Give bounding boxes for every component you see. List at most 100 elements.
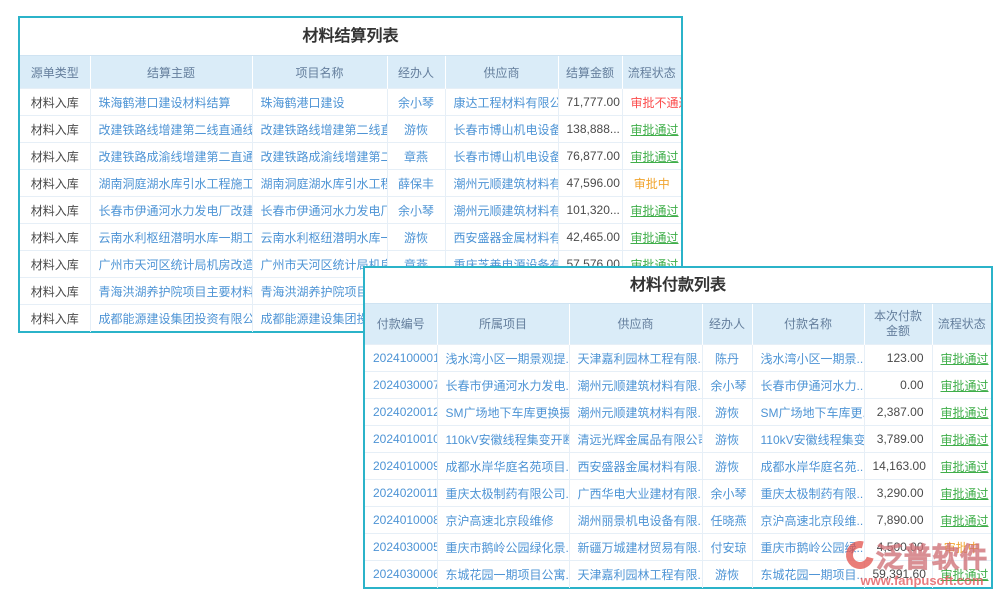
subject-link[interactable]: 改建铁路成渝线增建第二直通线（... (90, 143, 252, 170)
table-row: 2024010010 110kV安徽线程集变开断... 清远光辉金属品有限公司 … (365, 426, 991, 453)
table-row: 材料入库 长春市伊通河水力发电厂改建工程... 长春市伊通河水力发电厂... 余… (20, 197, 681, 224)
subject-link[interactable]: 改建铁路线增建第二线直通线（成... (90, 116, 252, 143)
watermark-brand: 泛普软件 (876, 536, 988, 575)
supplier-link[interactable]: 清远光辉金属品有限公司 (569, 426, 702, 453)
handler-link[interactable]: 任晓燕 (702, 507, 752, 534)
handler-link[interactable]: 付安琼 (702, 534, 752, 561)
project-link[interactable]: SM广场地下车库更换摄... (437, 399, 569, 426)
project-link[interactable]: 改建铁路成渝线增建第二... (252, 143, 387, 170)
payment-name-link[interactable]: 浅水湾小区一期景... (752, 345, 864, 372)
fanpu-watermark: 泛普软件 www.fanpusoft.com (846, 538, 998, 588)
source-type-cell: 材料入库 (20, 170, 90, 197)
handler-link[interactable]: 游恢 (387, 116, 445, 143)
status-badge[interactable]: 审批通过 (941, 514, 989, 528)
project-link[interactable]: 云南水利枢纽潜明水库一... (252, 224, 387, 251)
supplier-link[interactable]: 潮州元顺建筑材料有限... (569, 372, 702, 399)
payment-no-link[interactable]: 2024020012 (365, 399, 437, 426)
status-badge[interactable]: 审批通过 (941, 460, 989, 474)
payment-name-link[interactable]: 成都水岸华庭名苑... (752, 453, 864, 480)
col-supplier: 供应商 (445, 56, 558, 89)
supplier-link[interactable]: 天津嘉利园林工程有限... (569, 345, 702, 372)
project-link[interactable]: 重庆太极制药有限公司... (437, 480, 569, 507)
subject-link[interactable]: 广州市天河区统计局机房改造项目... (90, 251, 252, 278)
payment-no-link[interactable]: 2024100001 (365, 345, 437, 372)
payment-no-link[interactable]: 2024010008 (365, 507, 437, 534)
handler-link[interactable]: 游恢 (387, 224, 445, 251)
payment-no-link[interactable]: 2024030005 (365, 534, 437, 561)
supplier-link[interactable]: 湖州丽景机电设备有限... (569, 507, 702, 534)
status-badge[interactable]: 审批通过 (941, 379, 989, 393)
table-row: 2024100001 浅水湾小区一期景观提... 天津嘉利园林工程有限... 陈… (365, 345, 991, 372)
table-row: 2024020011 重庆太极制药有限公司... 广西华电大业建材有限... 余… (365, 480, 991, 507)
source-type-cell: 材料入库 (20, 116, 90, 143)
payment-name-link[interactable]: 重庆太极制药有限... (752, 480, 864, 507)
handler-link[interactable]: 余小琴 (702, 372, 752, 399)
handler-link[interactable]: 余小琴 (387, 89, 445, 116)
amount-cell: 101,320... (558, 197, 622, 224)
project-link[interactable]: 长春市伊通河水力发电... (437, 372, 569, 399)
payment-no-link[interactable]: 2024020011 (365, 480, 437, 507)
status-badge[interactable]: 审批通过 (941, 487, 989, 501)
payment-no-link[interactable]: 2024010009 (365, 453, 437, 480)
payment-name-link[interactable]: 110kV安徽线程集变... (752, 426, 864, 453)
subject-link[interactable]: 长春市伊通河水力发电厂改建工程... (90, 197, 252, 224)
status-badge[interactable]: 审批中 (634, 177, 670, 191)
status-badge[interactable]: 审批通过 (941, 406, 989, 420)
supplier-link[interactable]: 新疆万城建材贸易有限... (569, 534, 702, 561)
table-row: 材料入库 珠海鹤港口建设材料结算 珠海鹤港口建设 余小琴 康达工程材料有限公司 … (20, 89, 681, 116)
supplier-link[interactable]: 天津嘉利园林工程有限... (569, 561, 702, 588)
handler-link[interactable]: 陈丹 (702, 345, 752, 372)
payment-name-link[interactable]: 京沪高速北京段维... (752, 507, 864, 534)
status-badge[interactable]: 审批通过 (631, 150, 679, 164)
project-link[interactable]: 珠海鹤港口建设 (252, 89, 387, 116)
subject-link[interactable]: 青海洪湖养护院项目主要材料结算 (90, 278, 252, 305)
project-link[interactable]: 改建铁路线增建第二线直... (252, 116, 387, 143)
handler-link[interactable]: 游恢 (702, 561, 752, 588)
source-type-cell: 材料入库 (20, 251, 90, 278)
status-badge[interactable]: 审批通过 (631, 204, 679, 218)
subject-link[interactable]: 珠海鹤港口建设材料结算 (90, 89, 252, 116)
supplier-link[interactable]: 长春市博山机电设备... (445, 143, 558, 170)
subject-link[interactable]: 云南水利枢纽潜明水库一期工程施... (90, 224, 252, 251)
payment-no-link[interactable]: 2024030007 (365, 372, 437, 399)
supplier-link[interactable]: 潮州元顺建筑材料有... (445, 197, 558, 224)
status-badge[interactable]: 审批不通过 (631, 96, 682, 110)
project-link[interactable]: 京沪高速北京段维修 (437, 507, 569, 534)
project-link[interactable]: 湖南洞庭湖水库引水工程... (252, 170, 387, 197)
status-badge[interactable]: 审批通过 (941, 433, 989, 447)
payment-header-row: 付款编号 所属项目 供应商 经办人 付款名称 本次付款金额 流程状态 (365, 304, 991, 345)
handler-link[interactable]: 余小琴 (702, 480, 752, 507)
payment-name-link[interactable]: 长春市伊通河水力... (752, 372, 864, 399)
supplier-link[interactable]: 康达工程材料有限公司 (445, 89, 558, 116)
status-badge[interactable]: 审批通过 (941, 352, 989, 366)
col-payment-name: 付款名称 (752, 304, 864, 345)
handler-link[interactable]: 余小琴 (387, 197, 445, 224)
handler-link[interactable]: 薛保丰 (387, 170, 445, 197)
col-payment-no: 付款编号 (365, 304, 437, 345)
handler-link[interactable]: 游恢 (702, 399, 752, 426)
handler-link[interactable]: 章燕 (387, 143, 445, 170)
project-link[interactable]: 东城花园一期项目公寓... (437, 561, 569, 588)
supplier-link[interactable]: 长春市博山机电设备... (445, 116, 558, 143)
subject-link[interactable]: 成都能源建设集团投资有限公司临... (90, 305, 252, 332)
project-link[interactable]: 重庆市鹅岭公园绿化景... (437, 534, 569, 561)
status-badge[interactable]: 审批通过 (631, 231, 679, 245)
subject-link[interactable]: 湖南洞庭湖水库引水工程施工标材... (90, 170, 252, 197)
supplier-link[interactable]: 西安盛器金属材料有... (445, 224, 558, 251)
source-type-cell: 材料入库 (20, 143, 90, 170)
supplier-link[interactable]: 西安盛器金属材料有限... (569, 453, 702, 480)
supplier-link[interactable]: 潮州元顺建筑材料有限... (569, 399, 702, 426)
handler-link[interactable]: 游恢 (702, 426, 752, 453)
payment-name-link[interactable]: SM广场地下车库更... (752, 399, 864, 426)
status-badge[interactable]: 审批通过 (631, 123, 679, 137)
project-link[interactable]: 110kV安徽线程集变开断... (437, 426, 569, 453)
supplier-link[interactable]: 潮州元顺建筑材料有... (445, 170, 558, 197)
project-link[interactable]: 浅水湾小区一期景观提... (437, 345, 569, 372)
project-link[interactable]: 成都水岸华庭名苑项目... (437, 453, 569, 480)
handler-link[interactable]: 游恢 (702, 453, 752, 480)
supplier-link[interactable]: 广西华电大业建材有限... (569, 480, 702, 507)
payment-no-link[interactable]: 2024030006 (365, 561, 437, 588)
payment-no-link[interactable]: 2024010010 (365, 426, 437, 453)
source-type-cell: 材料入库 (20, 89, 90, 116)
project-link[interactable]: 长春市伊通河水力发电厂... (252, 197, 387, 224)
